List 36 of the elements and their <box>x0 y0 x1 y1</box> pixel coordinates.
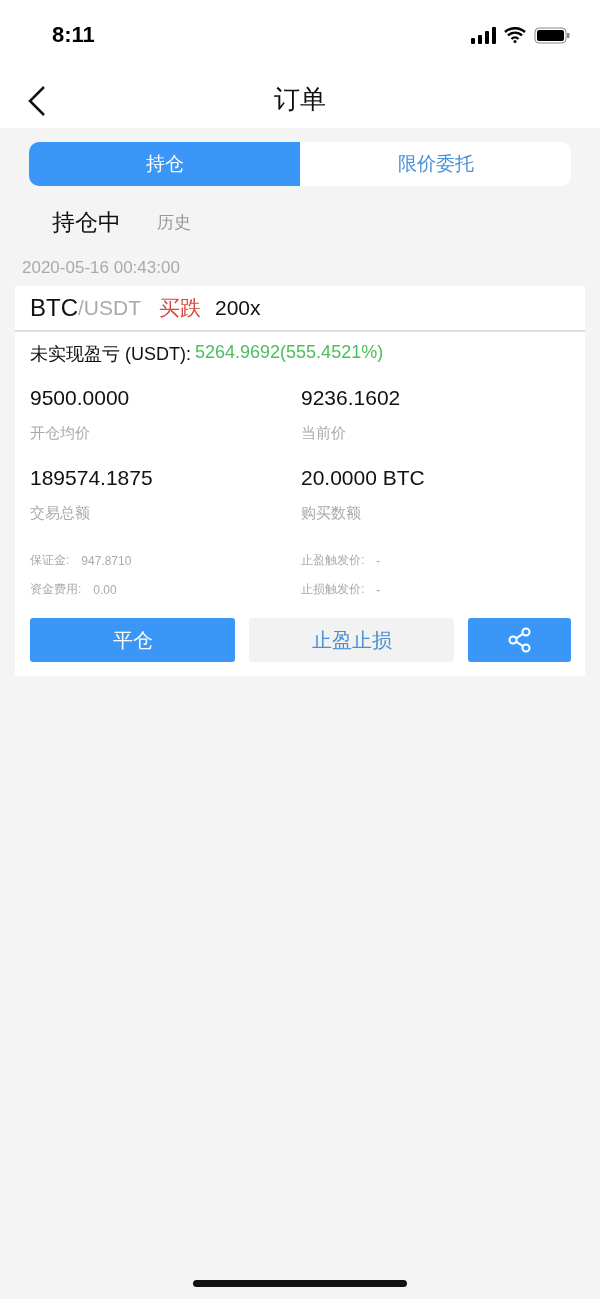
stat-value: 9236.1602 <box>301 386 402 410</box>
order-time: 2020-05-16 00:43:00 <box>21 258 181 279</box>
share-icon <box>507 627 532 653</box>
quote-symbol: /USDT <box>78 296 141 320</box>
stat-value: 189574.1875 <box>30 466 154 490</box>
close-position-button[interactable]: 平仓 <box>30 618 235 662</box>
subtab[interactable]: 历史 <box>157 210 191 234</box>
stat-label: 当前价 <box>301 424 347 443</box>
stat-label: 购买数额 <box>301 504 362 523</box>
back-icon[interactable] <box>28 86 46 116</box>
detail-value: - <box>376 582 381 597</box>
pnl-label: 未实现盈亏 (USDT): <box>30 343 191 366</box>
detail-value: - <box>376 553 381 568</box>
wifi-icon <box>504 27 526 43</box>
signal-icon <box>471 26 496 44</box>
detail-label: 保证金: <box>30 552 70 569</box>
subtab[interactable]: 持仓中 <box>52 206 121 238</box>
stat-value: 20.0000 BTC <box>301 466 426 490</box>
tab[interactable]: 持仓 <box>29 142 300 186</box>
order-side: 买跌 <box>159 295 201 321</box>
base-symbol: BTC <box>30 294 78 322</box>
pnl-value: 5264.9692(555.4521%) <box>195 342 384 364</box>
page-title: 订单 <box>274 82 326 116</box>
detail-value: 0.00 <box>93 582 117 597</box>
stop-button[interactable]: 止盈止损 <box>249 618 454 662</box>
status-time: 8:11 <box>52 22 95 48</box>
stat-label: 开仓均价 <box>30 424 91 443</box>
detail-value: 947.8710 <box>81 553 132 568</box>
detail-label: 止盈触发价: <box>301 552 365 569</box>
stat-value: 9500.0000 <box>30 386 131 410</box>
share-button[interactable] <box>468 618 571 662</box>
leverage: 200x <box>215 296 261 320</box>
battery-icon <box>534 26 570 44</box>
detail-label: 止损触发价: <box>301 581 365 598</box>
stat-label: 交易总额 <box>30 504 91 523</box>
detail-label: 资金费用: <box>30 581 82 598</box>
